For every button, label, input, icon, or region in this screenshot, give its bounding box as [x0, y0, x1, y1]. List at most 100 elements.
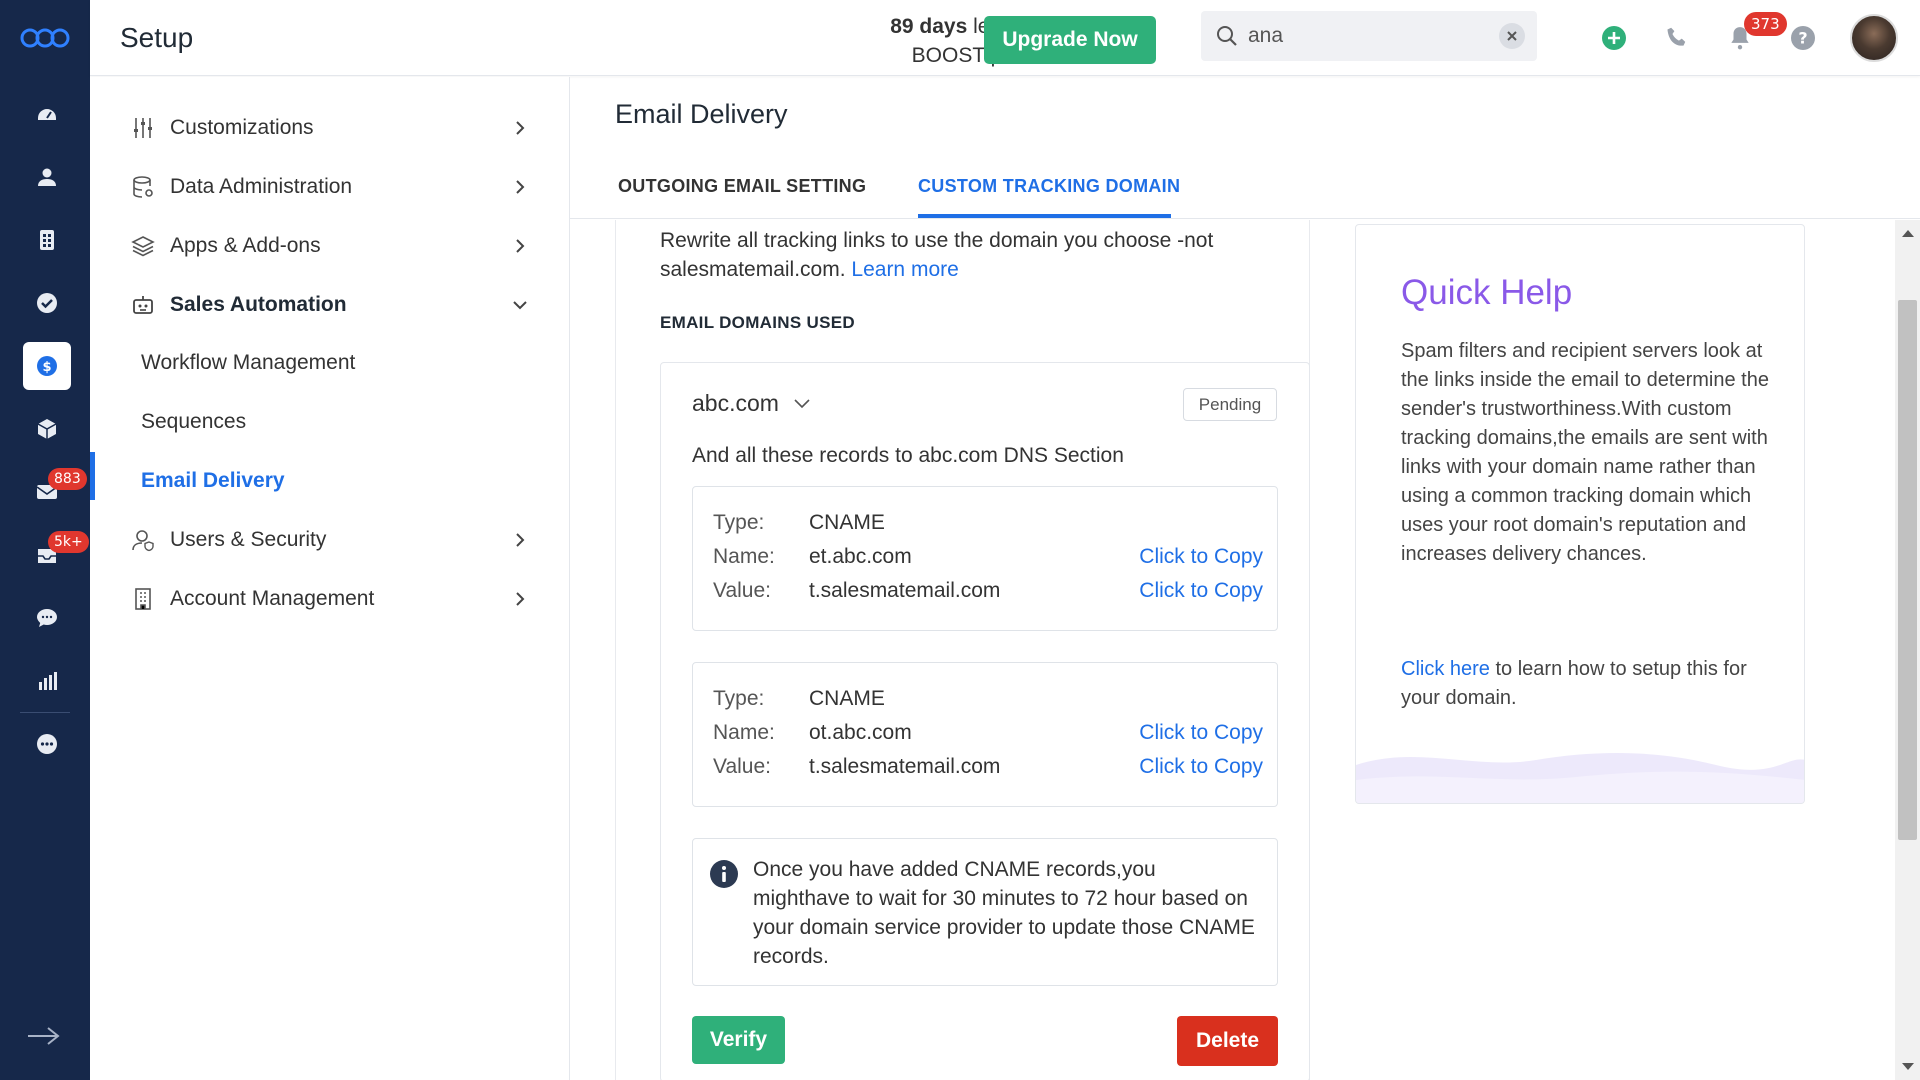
name-value: ot.abc.com [809, 721, 912, 744]
add-icon[interactable] [1600, 24, 1628, 52]
sidebar-item-label: Apps & Add-ons [170, 234, 321, 257]
sidebar-item-label: Users & Security [170, 528, 327, 551]
record-type-row: Type: CNAME [713, 511, 1263, 541]
domain-name: abc.com [692, 390, 779, 416]
tab-outgoing-email-setting[interactable]: OUTGOING EMAIL SETTING [618, 176, 866, 197]
sidebar-item-label: Sales Automation [170, 293, 347, 316]
info-text: Once you have added CNAME records,you mi… [753, 858, 1255, 968]
app-rail: $ 883 5k+ [0, 0, 90, 1080]
user-avatar[interactable] [1850, 14, 1898, 62]
quick-help-panel: Quick Help Spam filters and recipient se… [1355, 224, 1805, 804]
copy-name-link[interactable]: Click to Copy [1139, 545, 1263, 569]
dns-instruction: And all these records to abc.com DNS Sec… [692, 444, 1124, 467]
section-title: Email Delivery [615, 99, 788, 129]
phone-icon[interactable] [1663, 24, 1691, 52]
sidebar-item-customizations[interactable]: Customizations [130, 106, 530, 150]
type-value: CNAME [809, 511, 885, 534]
quick-help-title: Quick Help [1401, 273, 1573, 312]
copy-value-link[interactable]: Click to Copy [1139, 755, 1263, 779]
name-label: Name: [713, 545, 775, 568]
help-icon[interactable]: ? [1789, 24, 1817, 52]
layers-icon [130, 233, 156, 259]
tasks-icon[interactable] [23, 279, 71, 327]
page-title: Setup [120, 22, 194, 53]
companies-icon[interactable] [23, 216, 71, 264]
upgrade-now-button[interactable]: Upgrade Now [984, 16, 1156, 64]
database-icon [130, 174, 156, 200]
sidebar-subitem-workflow-management[interactable]: Workflow Management [141, 343, 355, 383]
sidebar-item-users-security[interactable]: Users & Security [130, 518, 530, 562]
dns-record: Type: CNAME Name: et.abc.com Click to Co… [692, 486, 1278, 631]
top-bar: Setup 89 days left in your BOOST plan tr… [90, 0, 1920, 76]
building-icon [130, 586, 156, 612]
sidebar-item-account-management[interactable]: Account Management [130, 577, 530, 621]
search-icon [1217, 26, 1237, 46]
record-type-row: Type: CNAME [713, 687, 1263, 717]
clear-search-button[interactable] [1499, 23, 1525, 49]
delete-button[interactable]: Delete [1177, 1016, 1278, 1066]
copy-value-link[interactable]: Click to Copy [1139, 579, 1263, 603]
sidebar-item-sales-automation[interactable]: Sales Automation [130, 283, 530, 327]
email-domains-heading: EMAIL DOMAINS USED [660, 313, 855, 332]
mail-badge: 883 [48, 468, 87, 490]
sidebar-subitem-email-delivery[interactable]: Email Delivery [141, 461, 285, 501]
info-icon [710, 860, 738, 888]
verify-button[interactable]: Verify [692, 1016, 785, 1064]
value-label: Value: [713, 579, 771, 602]
chevron-right-icon [516, 592, 525, 606]
contacts-icon[interactable] [23, 153, 71, 201]
chevron-right-icon [516, 180, 525, 194]
svg-text:?: ? [1798, 29, 1807, 48]
global-search [1201, 11, 1537, 61]
app-logo[interactable] [20, 25, 70, 51]
products-icon[interactable] [23, 405, 71, 453]
more-icon[interactable] [23, 720, 71, 768]
deals-icon[interactable]: $ [23, 342, 71, 390]
tab-custom-tracking-domain[interactable]: CUSTOM TRACKING DOMAIN [918, 176, 1180, 197]
name-value: et.abc.com [809, 545, 912, 568]
value-value: t.salesmatemail.com [809, 579, 1001, 602]
chevron-down-icon [794, 398, 810, 408]
trial-days: 89 days [890, 15, 968, 38]
quick-help-body: Spam filters and recipient servers look … [1401, 340, 1769, 565]
expand-arrow-icon[interactable] [26, 1024, 62, 1048]
record-name-row: Name: et.abc.com Click to Copy [713, 545, 1263, 575]
record-name-row: Name: ot.abc.com Click to Copy [713, 721, 1263, 751]
chat-icon[interactable] [23, 594, 71, 642]
sidebar-subitem-sequences[interactable]: Sequences [141, 402, 246, 442]
sidebar-item-apps-addons[interactable]: Apps & Add-ons [130, 224, 530, 268]
tabs-divider [570, 218, 1920, 219]
scroll-down-arrow[interactable] [1902, 1063, 1914, 1070]
dns-record: Type: CNAME Name: ot.abc.com Click to Co… [692, 662, 1278, 807]
value-value: t.salesmatemail.com [809, 755, 1001, 778]
chevron-right-icon [516, 533, 525, 547]
status-badge: Pending [1183, 388, 1277, 421]
copy-name-link[interactable]: Click to Copy [1139, 721, 1263, 745]
click-here-link[interactable]: Click here [1401, 658, 1490, 680]
notification-badge: 373 [1744, 12, 1787, 36]
scrollbar[interactable] [1895, 220, 1920, 1080]
name-label: Name: [713, 721, 775, 744]
close-icon [1507, 31, 1517, 41]
rail-divider [20, 712, 70, 713]
user-shield-icon [130, 527, 156, 553]
inbox-badge: 5k+ [48, 531, 89, 553]
scroll-up-arrow[interactable] [1902, 230, 1914, 237]
robot-icon [130, 292, 156, 318]
record-value-row: Value: t.salesmatemail.com Click to Copy [713, 755, 1263, 785]
active-indicator [90, 452, 95, 500]
sidebar-item-label: Data Administration [170, 175, 353, 198]
dashboard-icon[interactable] [23, 90, 71, 138]
type-label: Type: [713, 687, 765, 710]
value-label: Value: [713, 755, 771, 778]
reports-icon[interactable] [23, 657, 71, 705]
sliders-icon [130, 115, 156, 141]
scrollbar-thumb[interactable] [1898, 300, 1917, 840]
quick-help-footer: Click here to learn how to setup this fo… [1401, 655, 1771, 713]
sidebar-item-data-administration[interactable]: Data Administration [130, 165, 530, 209]
domain-dropdown[interactable]: abc.com [692, 390, 811, 417]
chevron-right-icon [516, 121, 525, 135]
learn-more-link[interactable]: Learn more [851, 258, 958, 281]
search-input[interactable] [1248, 21, 1488, 51]
intro-text: Rewrite all tracking links to use the do… [660, 226, 1280, 284]
